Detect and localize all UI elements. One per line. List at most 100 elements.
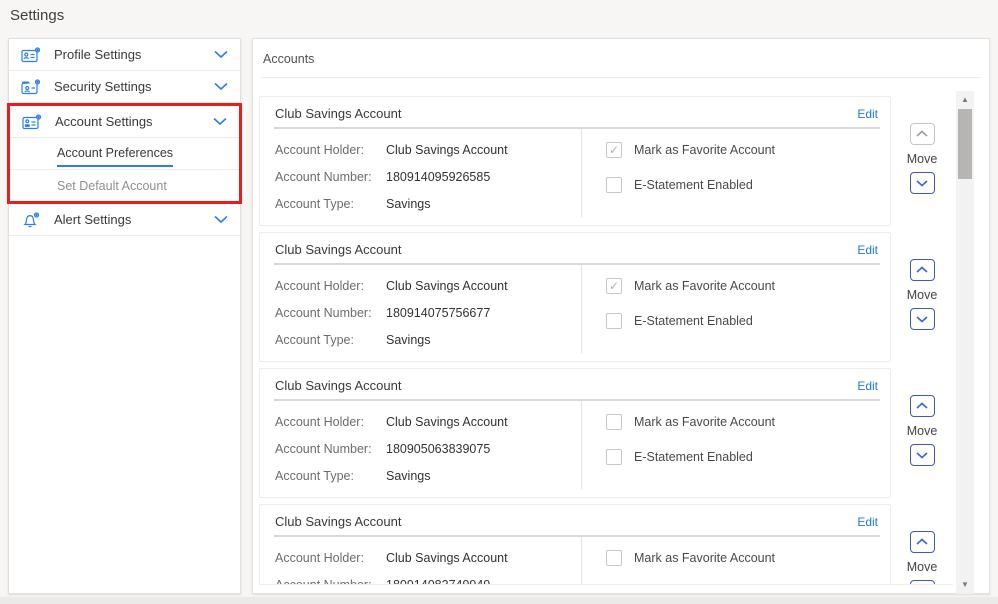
edit-link[interactable]: Edit	[857, 379, 878, 393]
account-card-title: Club Savings Account	[275, 514, 401, 529]
account-number-value: 180914095926585	[386, 170, 490, 184]
favorite-checkbox[interactable]: ✓	[606, 550, 622, 566]
favorite-checkbox-label: Mark as Favorite Account	[634, 415, 775, 429]
account-holder-value: Club Savings Account	[386, 143, 508, 157]
move-up-button[interactable]	[910, 259, 935, 281]
vertical-scrollbar[interactable]: ▲ ▼	[956, 91, 974, 594]
chevron-down-icon	[214, 82, 228, 91]
favorite-checkbox-label: Mark as Favorite Account	[634, 551, 775, 565]
account-holder-value: Club Savings Account	[386, 551, 508, 565]
account-number-value: 180905063839075	[386, 442, 490, 456]
account-type-label: Account Type:	[275, 197, 386, 211]
sidebar-subitem-label: Account Preferences	[57, 146, 173, 167]
account-holder-label: Account Holder:	[275, 279, 386, 293]
account-number-label: Account Number:	[275, 306, 386, 320]
favorite-checkbox[interactable]: ✓	[606, 142, 622, 158]
security-card-gear-icon	[21, 79, 41, 95]
accounts-section-header: Accounts	[261, 39, 981, 78]
move-label: Move	[907, 288, 938, 302]
move-down-button[interactable]	[910, 308, 935, 330]
edit-link[interactable]: Edit	[857, 515, 878, 529]
account-type-label: Account Type:	[275, 333, 386, 347]
move-controls: Move	[891, 504, 953, 585]
account-type-value: Savings	[386, 197, 430, 211]
favorite-checkbox-label: Mark as Favorite Account	[634, 279, 775, 293]
account-type-label: Account Type:	[275, 469, 386, 483]
accounts-panel: Accounts Club Savings Account Edit Accou…	[252, 38, 990, 594]
account-card-row: Club Savings Account Edit Account Holder…	[259, 96, 953, 226]
account-card-gear-icon	[22, 114, 42, 130]
account-holder-value: Club Savings Account	[386, 279, 508, 293]
sidebar-subitem-account-preferences[interactable]: Account Preferences	[10, 138, 239, 170]
sidebar-item-label: Security Settings	[54, 79, 214, 94]
move-down-button[interactable]	[910, 444, 935, 466]
favorite-checkbox[interactable]: ✓	[606, 414, 622, 430]
estatement-checkbox-label: E-Statement Enabled	[634, 450, 753, 464]
account-holder-label: Account Holder:	[275, 415, 386, 429]
sidebar-item-label: Account Settings	[55, 114, 213, 129]
move-label: Move	[907, 152, 938, 166]
account-card: Club Savings Account Edit Account Holder…	[259, 96, 891, 226]
move-up-button[interactable]	[910, 395, 935, 417]
move-up-button[interactable]	[910, 531, 935, 553]
account-number-value: 180914075756677	[386, 306, 490, 320]
favorite-checkbox-label: Mark as Favorite Account	[634, 143, 775, 157]
move-down-button[interactable]	[910, 172, 935, 194]
move-controls: Move	[891, 96, 953, 226]
scroll-up-icon[interactable]: ▲	[956, 93, 974, 107]
page-bottom-strip	[0, 597, 998, 604]
account-type-value: Savings	[386, 469, 430, 483]
chevron-down-icon	[214, 215, 228, 224]
scrollbar-thumb[interactable]	[958, 109, 972, 179]
move-controls: Move	[891, 232, 953, 362]
sidebar-subitem-set-default-account[interactable]: Set Default Account	[10, 170, 239, 201]
edit-link[interactable]: Edit	[857, 243, 878, 257]
account-number-label: Account Number:	[275, 442, 386, 456]
move-down-button[interactable]	[910, 580, 935, 585]
account-card-row: Club Savings Account Edit Account Holder…	[259, 232, 953, 362]
favorite-checkbox[interactable]: ✓	[606, 278, 622, 294]
page-title: Settings	[10, 7, 64, 24]
estatement-checkbox[interactable]: ✓	[606, 313, 622, 329]
checkmark-icon: ✓	[609, 144, 619, 156]
account-holder-value: Club Savings Account	[386, 415, 508, 429]
sidebar-item-alert-settings[interactable]: Alert Settings	[9, 204, 240, 236]
sidebar-item-label: Profile Settings	[54, 47, 214, 62]
account-card-title: Club Savings Account	[275, 378, 401, 393]
move-controls: Move	[891, 368, 953, 498]
estatement-checkbox[interactable]: ✓	[606, 449, 622, 465]
account-card-title: Club Savings Account	[275, 106, 401, 121]
account-card: Club Savings Account Edit Account Holder…	[259, 504, 891, 585]
account-card: Club Savings Account Edit Account Holder…	[259, 368, 891, 498]
sidebar-item-security-settings[interactable]: Security Settings	[9, 71, 240, 103]
account-number-label: Account Number:	[275, 170, 386, 184]
account-number-label: Account Number:	[275, 578, 386, 586]
account-holder-label: Account Holder:	[275, 143, 386, 157]
bell-gear-icon	[21, 212, 41, 228]
move-label: Move	[907, 424, 938, 438]
sidebar-item-label: Alert Settings	[54, 212, 214, 227]
sidebar-subitem-label: Set Default Account	[57, 179, 167, 193]
estatement-checkbox[interactable]: ✓	[606, 177, 622, 193]
checkmark-icon: ✓	[609, 280, 619, 292]
move-label: Move	[907, 560, 938, 574]
chevron-down-icon	[214, 50, 228, 59]
account-card-row: Club Savings Account Edit Account Holder…	[259, 368, 953, 498]
profile-card-gear-icon	[21, 47, 41, 63]
account-card-row: Club Savings Account Edit Account Holder…	[259, 504, 953, 585]
account-settings-highlight-box: Account Settings Account Preferences Set…	[7, 103, 242, 204]
edit-link[interactable]: Edit	[857, 107, 878, 121]
move-up-button[interactable]	[910, 123, 935, 145]
sidebar-item-account-settings[interactable]: Account Settings	[10, 106, 239, 138]
chevron-down-icon	[213, 117, 227, 126]
account-number-value: 180914083749949	[386, 578, 490, 586]
account-holder-label: Account Holder:	[275, 551, 386, 565]
account-card: Club Savings Account Edit Account Holder…	[259, 232, 891, 362]
estatement-checkbox-label: E-Statement Enabled	[634, 314, 753, 328]
account-card-title: Club Savings Account	[275, 242, 401, 257]
estatement-checkbox-label: E-Statement Enabled	[634, 178, 753, 192]
settings-sidebar: Profile Settings Security Settings	[8, 38, 241, 594]
account-card-list: Club Savings Account Edit Account Holder…	[259, 91, 953, 585]
scroll-down-icon[interactable]: ▼	[956, 578, 974, 592]
sidebar-item-profile-settings[interactable]: Profile Settings	[9, 39, 240, 71]
